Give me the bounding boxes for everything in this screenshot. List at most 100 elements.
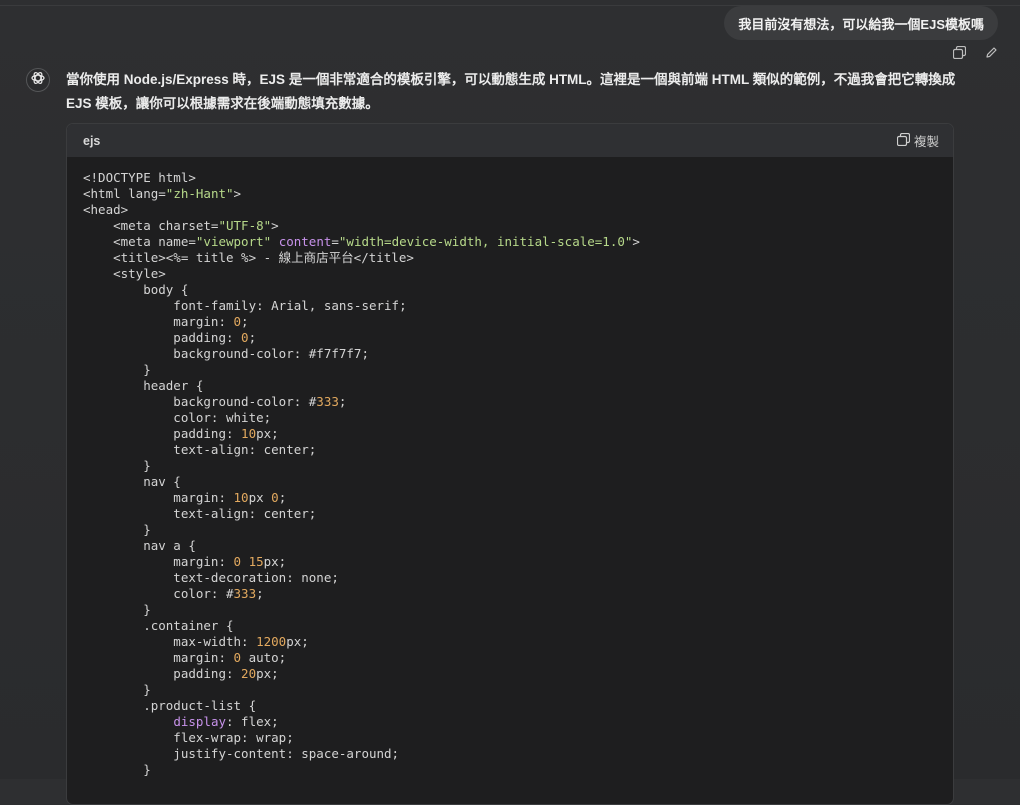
code-token: padding: <box>83 330 242 345</box>
code-line: padding: 0; <box>83 330 953 346</box>
code-token: text-align: center; <box>83 506 317 521</box>
code-token: } <box>83 362 151 377</box>
code-token: font-family: Arial, sans-serif; <box>83 298 407 313</box>
code-token: <html lang= <box>83 186 166 201</box>
code-token: : flex; <box>226 714 279 729</box>
code-token: 0 15 <box>233 554 264 569</box>
code-line: margin: 0 15px; <box>83 554 953 570</box>
code-token: 0 <box>271 490 279 505</box>
code-line: color: white; <box>83 410 953 426</box>
code-line: <meta charset="UTF-8"> <box>83 218 953 234</box>
code-token: padding: <box>83 426 242 441</box>
copy-code-button[interactable]: 複製 <box>896 131 939 150</box>
code-language-label: ejs <box>83 133 101 148</box>
code-block-header: ejs 複製 <box>67 124 953 157</box>
code-line: <head> <box>83 202 953 218</box>
code-line: padding: 10px; <box>83 426 953 442</box>
code-line: margin: 0 auto; <box>83 650 953 666</box>
code-line: <html lang="zh-Hant"> <box>83 186 953 202</box>
code-token: px; <box>286 634 309 649</box>
code-token: > <box>233 186 242 201</box>
message-actions <box>952 45 998 59</box>
code-line: justify-content: space-around; <box>83 746 953 762</box>
code-token: > <box>271 218 279 233</box>
code-line: <style> <box>83 266 953 282</box>
code-token: } <box>83 682 151 697</box>
code-token: margin: <box>83 490 234 505</box>
code-token: text-align: center; <box>83 442 317 457</box>
code-token: color: white; <box>83 410 272 425</box>
code-token: 333 <box>316 394 339 409</box>
code-token: } <box>83 522 151 537</box>
code-token: "zh-Hant" <box>165 186 234 201</box>
code-token: nav { <box>83 474 181 489</box>
code-line: .product-list { <box>83 698 953 714</box>
assistant-message-text: 當你使用 Node.js/Express 時，EJS 是一個非常適合的模板引擎，… <box>66 72 956 111</box>
code-token: } <box>83 602 151 617</box>
code-token: header { <box>83 378 204 393</box>
code-token: .container { <box>83 618 234 633</box>
code-token: > <box>632 234 640 249</box>
code-token: ; <box>278 490 287 505</box>
code-token: max-width: <box>83 634 257 649</box>
code-token: margin: <box>83 650 234 665</box>
code-token: 10 <box>233 490 249 505</box>
code-token: <meta name= <box>83 234 196 249</box>
code-line: header { <box>83 378 953 394</box>
code-token: px; <box>263 554 287 569</box>
code-line: nav a { <box>83 538 953 554</box>
code-line: <title><%= title %> - 線上商店平台</title> <box>83 250 953 266</box>
code-token: justify-content: space-around; <box>83 746 400 761</box>
code-token: flex-wrap: wrap; <box>83 730 294 745</box>
code-line: background-color: #333; <box>83 394 953 410</box>
code-line: } <box>83 762 953 778</box>
code-token: background-color: # <box>83 394 317 409</box>
code-token: px; <box>256 666 279 681</box>
code-line: <!DOCTYPE html> <box>83 170 953 186</box>
code-token: .product-list { <box>83 698 257 713</box>
code-token: ; <box>248 330 257 345</box>
code-token: text-decoration: none; <box>83 570 339 585</box>
code-block: ejs 複製 <!DOCTYPE html> <html lang="zh-Han… <box>66 123 954 805</box>
code-token: px <box>248 490 272 505</box>
code-token: "width=device-width, initial-scale=1.0" <box>338 234 633 249</box>
assistant-avatar <box>26 68 50 92</box>
code-line: body { <box>83 282 953 298</box>
code-token: 0 <box>233 650 242 665</box>
code-token: nav a { <box>83 538 196 553</box>
code-line: margin: 10px 0; <box>83 490 953 506</box>
code-line: } <box>83 682 953 698</box>
code-token: px; <box>256 426 279 441</box>
code-token: = <box>331 234 339 249</box>
user-message-bubble: 我目前沒有想法，可以給我一個EJS模板嗎 <box>724 6 998 40</box>
code-token: body { <box>83 282 189 297</box>
code-token: 20 <box>241 666 257 681</box>
code-line: margin: 0; <box>83 314 953 330</box>
code-line: } <box>83 522 953 538</box>
code-line: nav { <box>83 474 953 490</box>
edit-icon[interactable] <box>984 45 998 59</box>
code-token: ; <box>241 314 249 329</box>
code-line: background-color: #f7f7f7; <box>83 346 953 362</box>
copy-icon[interactable] <box>952 45 966 59</box>
code-token: <!DOCTYPE html> <box>83 170 196 185</box>
code-token: 0 <box>233 314 242 329</box>
code-token: "viewport" <box>195 234 272 249</box>
code-line: display: flex; <box>83 714 953 730</box>
code-line: <meta name="viewport" content="width=dev… <box>83 234 953 250</box>
code-token: margin: <box>83 314 234 329</box>
openai-logo-icon <box>30 70 46 91</box>
code-line: } <box>83 458 953 474</box>
code-token: margin: <box>83 554 234 569</box>
code-token: } <box>83 458 151 473</box>
code-line: color: #333; <box>83 586 953 602</box>
copy-icon <box>896 132 911 149</box>
code-token: 333 <box>233 586 257 601</box>
code-line: text-align: center; <box>83 506 953 522</box>
code-line: padding: 20px; <box>83 666 953 682</box>
code-line: text-align: center; <box>83 442 953 458</box>
code-line: text-decoration: none; <box>83 570 953 586</box>
code-token: background-color: #f7f7f7; <box>83 346 369 361</box>
